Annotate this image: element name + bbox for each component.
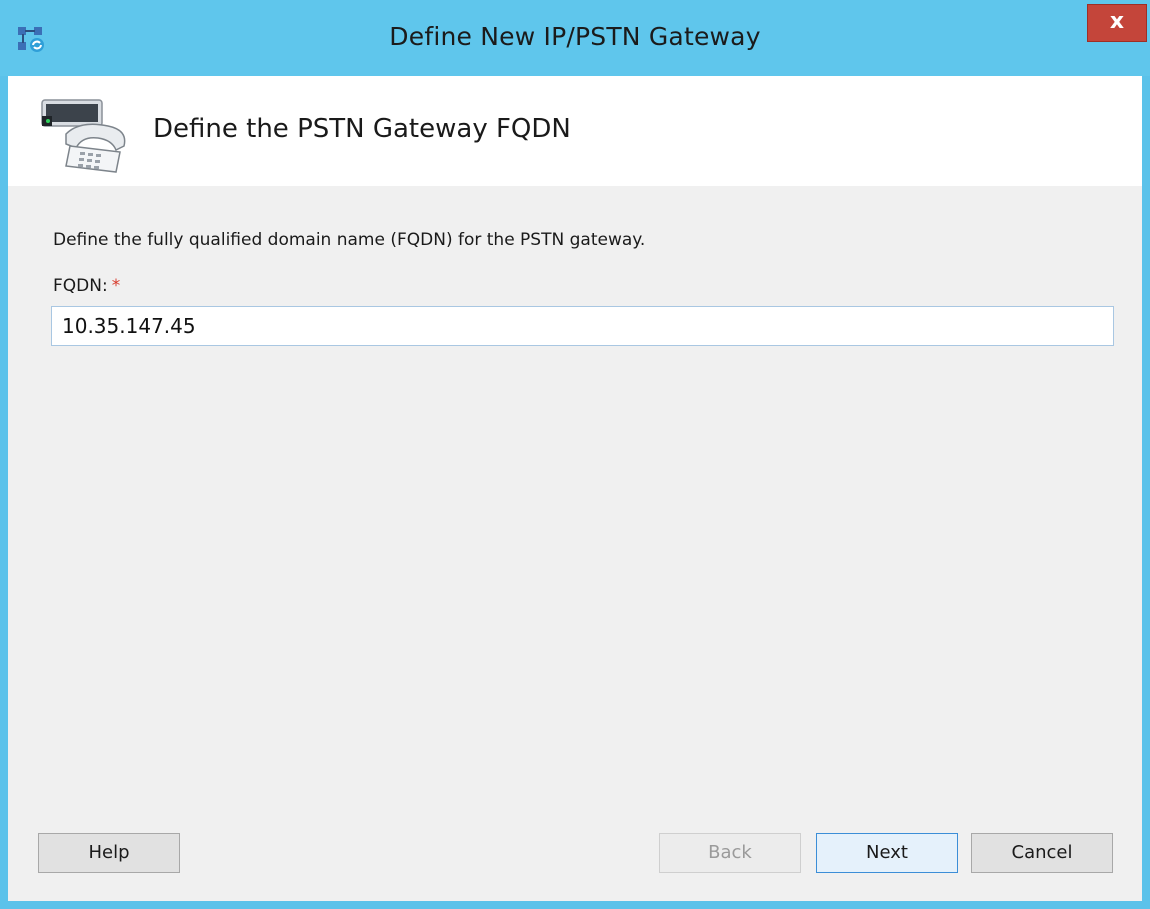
description-text: Define the fully qualified domain name (… xyxy=(53,230,646,250)
page-title: Define the PSTN Gateway FQDN xyxy=(153,114,571,144)
close-icon: x xyxy=(1109,9,1125,34)
cancel-button[interactable]: Cancel xyxy=(971,833,1113,873)
title-bar[interactable]: Define New IP/PSTN Gateway x xyxy=(0,0,1150,76)
wizard-header: Define the PSTN Gateway FQDN xyxy=(8,76,1142,186)
phone-gateway-icon xyxy=(41,99,126,173)
fqdn-label: FQDN: * xyxy=(53,276,120,296)
dialog-content: Define the PSTN Gateway FQDN Define the … xyxy=(8,76,1142,901)
fqdn-input[interactable] xyxy=(51,306,1114,346)
next-button[interactable]: Next xyxy=(816,833,958,873)
fqdn-label-text: FQDN: xyxy=(53,276,108,296)
close-button[interactable]: x xyxy=(1087,4,1147,42)
required-marker: * xyxy=(111,276,121,296)
window-title: Define New IP/PSTN Gateway xyxy=(389,22,761,51)
dialog-window: Define New IP/PSTN Gateway x Define the … xyxy=(0,0,1150,909)
back-button[interactable]: Back xyxy=(659,833,801,873)
help-button[interactable]: Help xyxy=(38,833,180,873)
